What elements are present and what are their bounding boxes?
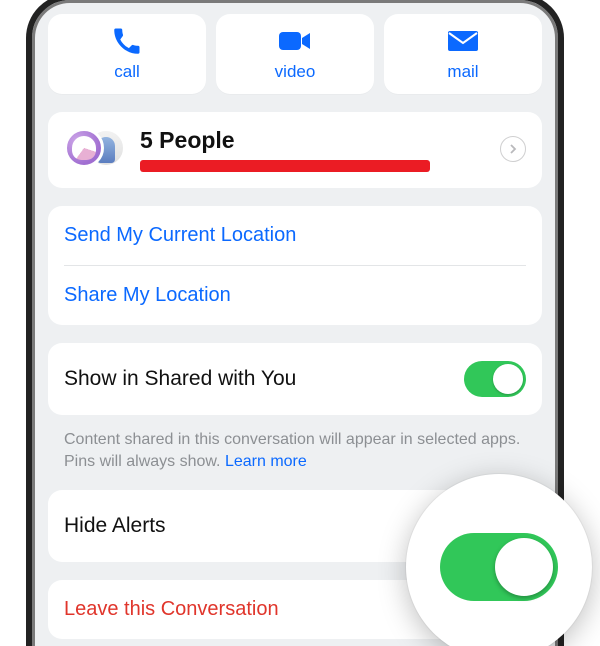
- video-button[interactable]: video: [216, 14, 374, 94]
- toggle-knob: [495, 538, 553, 596]
- video-icon: [278, 26, 312, 56]
- call-button[interactable]: call: [48, 14, 206, 94]
- toggle-knob: [493, 364, 523, 394]
- shared-with-you-card: Show in Shared with You: [48, 343, 542, 415]
- avatar: [64, 128, 104, 168]
- learn-more-link[interactable]: Learn more: [225, 453, 307, 470]
- mail-icon: [447, 26, 479, 56]
- call-label: call: [114, 62, 140, 82]
- mail-button[interactable]: mail: [384, 14, 542, 94]
- share-my-location-button[interactable]: Share My Location: [64, 266, 526, 325]
- contact-action-row: call video mail: [48, 14, 542, 94]
- group-avatars: [64, 126, 128, 172]
- redacted-names: [140, 160, 430, 172]
- hide-alerts-toggle-zoom[interactable]: [440, 533, 558, 601]
- send-current-location-button[interactable]: Send My Current Location: [64, 206, 526, 265]
- shared-with-you-toggle[interactable]: [464, 361, 526, 397]
- phone-icon: [112, 26, 142, 56]
- video-label: video: [275, 62, 316, 82]
- people-count-title: 5 People: [140, 127, 488, 154]
- mail-label: mail: [447, 62, 478, 82]
- magnified-hide-alerts-toggle: [406, 474, 592, 646]
- people-card[interactable]: 5 People: [48, 112, 542, 188]
- location-card: Send My Current Location Share My Locati…: [48, 206, 542, 325]
- hide-alerts-title: Hide Alerts: [64, 514, 166, 538]
- shared-with-you-hint: Content shared in this conversation will…: [64, 429, 526, 472]
- chevron-right-icon: [500, 136, 526, 162]
- shared-with-you-title: Show in Shared with You: [64, 367, 296, 391]
